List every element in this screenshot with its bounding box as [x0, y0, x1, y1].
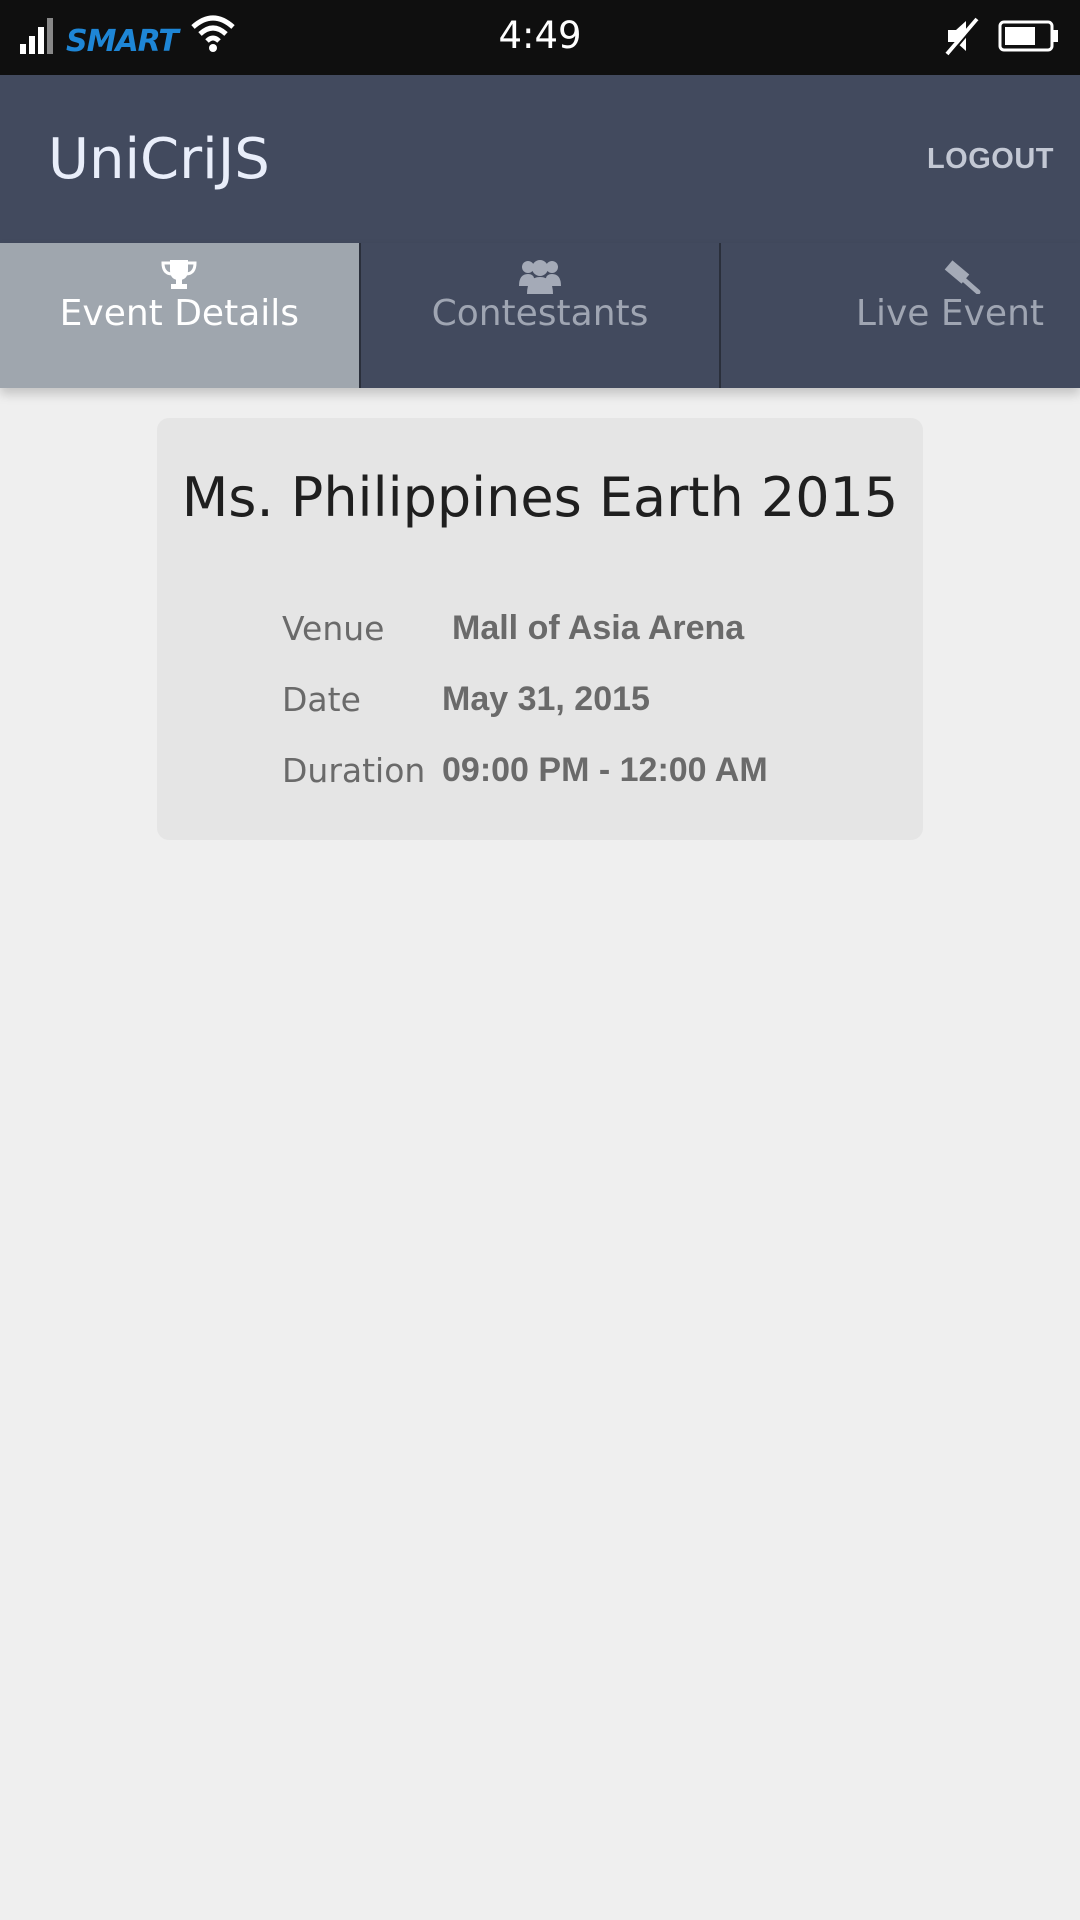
users-icon [361, 258, 720, 294]
status-bar: SMART 4:49 [0, 0, 1080, 75]
gavel-icon [721, 258, 1080, 294]
detail-row-venue: Venue Mall of Asia Arena [282, 603, 744, 653]
tab-label-contestants: Contestants [431, 293, 649, 334]
app-bar: UniCriJS LOGOUT [0, 75, 1080, 243]
detail-label: Date [282, 679, 361, 719]
trophy-icon [0, 258, 359, 290]
tab-label-event-details: Event Details [59, 293, 300, 334]
battery-icon [998, 19, 1060, 58]
tab-bar: Event Details Contestants Live Event [0, 243, 1080, 388]
detail-value-date: May 31, 2015 [442, 679, 650, 718]
mute-icon [944, 16, 980, 61]
tab-label-live-event: Live Event [855, 293, 1045, 334]
detail-value-venue: Mall of Asia Arena [452, 608, 745, 647]
detail-row-duration: Duration 09:00 PM - 12:00 AM [282, 745, 768, 795]
detail-label: Venue [282, 608, 385, 648]
detail-value-duration: 09:00 PM - 12:00 AM [442, 750, 768, 789]
tab-contestants[interactable]: Contestants [361, 243, 722, 388]
logout-button[interactable]: LOGOUT [927, 143, 1054, 176]
detail-row-date: Date May 31, 2015 [282, 674, 650, 724]
tab-event-details[interactable]: Event Details [0, 243, 361, 388]
detail-label: Duration [282, 750, 426, 790]
event-card: Ms. Philippines Earth 2015 Venue Mall of… [157, 418, 923, 840]
status-clock: 4:49 [498, 14, 582, 57]
event-title: Ms. Philippines Earth 2015 [181, 466, 899, 529]
status-right-group [944, 16, 1060, 61]
tab-live-event[interactable]: Live Event [721, 243, 1080, 388]
app-title: UniCriJS [48, 127, 270, 192]
